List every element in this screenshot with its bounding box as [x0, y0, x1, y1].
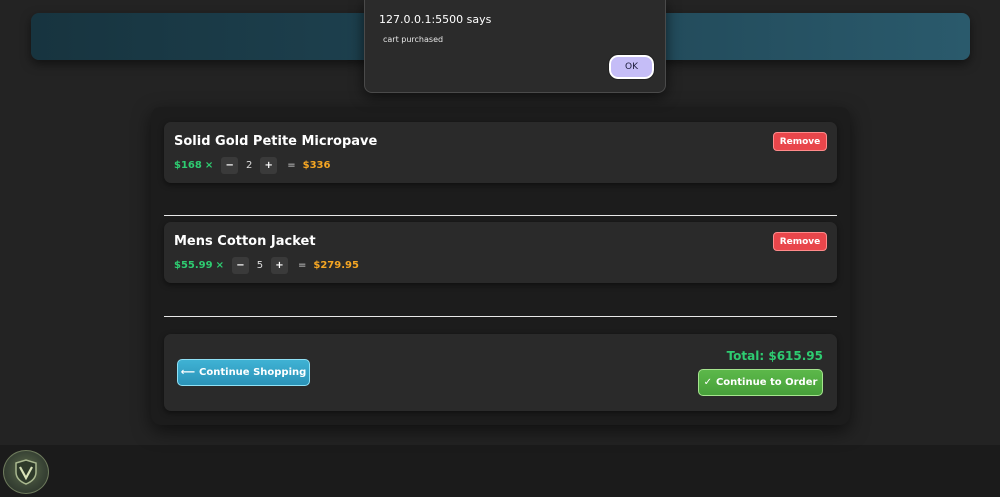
continue-order-label: Continue to Order — [715, 377, 818, 388]
remove-button[interactable]: Remove — [773, 232, 827, 251]
footer-band — [0, 445, 1000, 497]
cart-total: Total: $615.95 — [726, 349, 823, 363]
item-name: Solid Gold Petite Micropave — [174, 134, 378, 149]
times-sign: × — [204, 159, 214, 171]
shield-logo-icon — [3, 450, 49, 494]
divider — [164, 215, 837, 216]
decrease-quantity-button[interactable]: − — [221, 156, 239, 174]
continue-shopping-button[interactable]: ⟵ Continue Shopping — [177, 359, 310, 386]
item-price: $55.99 — [174, 259, 213, 271]
check-icon: ✓ — [703, 377, 712, 388]
increase-quantity-button[interactable]: + — [260, 156, 278, 174]
equals-sign: = — [287, 159, 296, 171]
arrow-left-icon: ⟵ — [180, 367, 196, 378]
cart-item: Mens Cotton Jacket Remove $55.99 × − 5 +… — [164, 222, 837, 283]
increase-quantity-button[interactable]: + — [270, 256, 288, 274]
cart-item: Solid Gold Petite Micropave Remove $168 … — [164, 122, 837, 183]
times-sign: × — [215, 259, 224, 271]
divider — [164, 316, 837, 317]
quantity-row: $55.99 × − 5 + = $279.95 — [174, 256, 359, 274]
dialog-message: cart purchased — [383, 35, 444, 44]
remove-button[interactable]: Remove — [773, 132, 827, 151]
alert-dialog: 127.0.0.1:5500 says cart purchased OK — [364, 0, 666, 93]
shield-icon — [15, 459, 37, 485]
dialog-title: 127.0.0.1:5500 says — [379, 13, 492, 26]
ok-button[interactable]: OK — [608, 54, 655, 80]
quantity-row: $168 × − 2 + = $336 — [174, 156, 330, 174]
item-subtotal: $279.95 — [313, 259, 359, 271]
quantity-value: 2 — [246, 159, 253, 171]
item-subtotal: $336 — [302, 159, 331, 171]
equals-sign: = — [297, 259, 307, 271]
continue-to-order-button[interactable]: ✓ Continue to Order — [698, 369, 823, 396]
item-price: $168 — [174, 159, 202, 171]
continue-shopping-label: Continue Shopping — [199, 367, 307, 378]
quantity-value: 5 — [256, 259, 264, 271]
item-name: Mens Cotton Jacket — [174, 234, 316, 249]
decrease-quantity-button[interactable]: − — [231, 256, 249, 274]
cart-summary: ⟵ Continue Shopping Total: $615.95 ✓ Con… — [164, 334, 837, 411]
